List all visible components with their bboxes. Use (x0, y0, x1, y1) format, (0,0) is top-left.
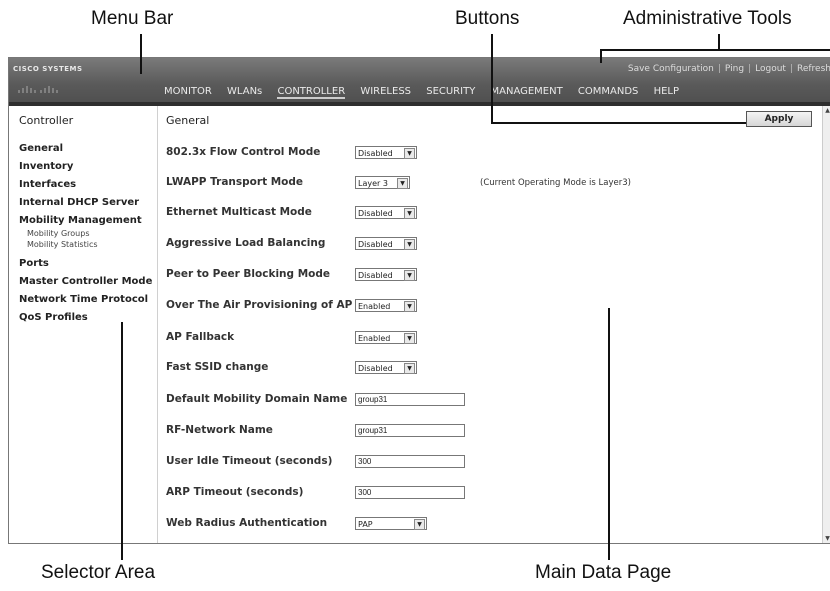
scrollbar[interactable]: ▲ ▼ (822, 106, 830, 543)
leader-admin-h (600, 49, 830, 51)
select-value: Disabled (358, 149, 393, 158)
nav-help[interactable]: HELP (654, 86, 679, 97)
chevron-down-icon: ▼ (404, 270, 415, 281)
leader-admin-v (718, 34, 720, 50)
select-value: Enabled (358, 302, 391, 311)
select-value: Disabled (358, 240, 393, 249)
main-data-page: General Apply 802.3x Flow Control Mode D… (158, 106, 822, 543)
callout-menu-bar: Menu Bar (91, 8, 174, 29)
field-label: 802.3x Flow Control Mode (166, 146, 321, 158)
nav-management[interactable]: MANAGEMENT (491, 86, 563, 97)
sidebar-item-inventory[interactable]: Inventory (19, 161, 73, 172)
controller-ui: CISCO SYSTEMS Save Configuration | Ping | Lo… (8, 57, 830, 544)
sidebar-subitem-mobility-groups[interactable]: Mobility Groups (27, 229, 89, 238)
chevron-down-icon: ▼ (404, 208, 415, 219)
load-balancing-select[interactable]: Disabled ▼ (355, 237, 417, 250)
apply-button[interactable]: Apply (746, 111, 812, 127)
field-label: LWAPP Transport Mode (166, 176, 304, 188)
ap-fallback-select[interactable]: Enabled ▼ (355, 331, 417, 344)
select-value: Disabled (358, 209, 393, 218)
selector-area: Controller General Inventory Interfaces … (9, 106, 158, 543)
select-value: Layer 3 (358, 179, 388, 188)
field-label: Ethernet Multicast Mode (166, 206, 312, 218)
leader-buttons-h (491, 122, 746, 124)
current-mode-note: (Current Operating Mode is Layer3) (480, 178, 631, 188)
chevron-down-icon: ▼ (404, 363, 415, 374)
callout-buttons: Buttons (455, 8, 520, 29)
field-label: AP Fallback (166, 331, 235, 343)
ping-link[interactable]: Ping (725, 64, 744, 74)
mobility-domain-input[interactable] (355, 393, 465, 406)
field-label: Fast SSID change (166, 361, 269, 373)
sidebar-title: Controller (19, 114, 74, 127)
rf-network-input[interactable] (355, 424, 465, 437)
field-label: Peer to Peer Blocking Mode (166, 268, 331, 280)
logout-link[interactable]: Logout (755, 64, 786, 74)
nav-security[interactable]: SECURITY (426, 86, 475, 97)
fast-ssid-select[interactable]: Disabled ▼ (355, 361, 417, 374)
callout-selector-area: Selector Area (41, 562, 156, 583)
chevron-down-icon: ▼ (404, 148, 415, 159)
select-value: PAP (358, 520, 373, 529)
field-label: User Idle Timeout (seconds) (166, 455, 333, 467)
chevron-down-icon: ▼ (397, 178, 408, 189)
sidebar-item-network-time-protocol[interactable]: Network Time Protocol (19, 294, 148, 305)
refresh-link[interactable]: Refresh (797, 64, 830, 74)
nav-wireless[interactable]: WIRELESS (360, 86, 411, 97)
cisco-logo-icon (18, 86, 58, 93)
chevron-down-icon: ▼ (404, 301, 415, 312)
chevron-down-icon: ▼ (404, 333, 415, 344)
sidebar-item-ports[interactable]: Ports (19, 258, 49, 269)
field-label: ARP Timeout (seconds) (166, 486, 304, 498)
chevron-down-icon: ▼ (414, 519, 425, 530)
ota-provisioning-select[interactable]: Enabled ▼ (355, 299, 417, 312)
ethernet-multicast-select[interactable]: Disabled ▼ (355, 206, 417, 219)
leader-main (608, 308, 610, 560)
field-label: Web Radius Authentication (166, 517, 328, 529)
arp-timeout-input[interactable] (355, 486, 465, 499)
main-nav: MONITOR WLANs CONTROLLER WIRELESS SECURI… (164, 86, 691, 99)
cisco-logo: CISCO SYSTEMS (13, 65, 83, 73)
sidebar-item-general[interactable]: General (19, 143, 63, 154)
field-label: Aggressive Load Balancing (166, 237, 326, 249)
flow-control-select[interactable]: Disabled ▼ (355, 146, 417, 159)
nav-commands[interactable]: COMMANDS (578, 86, 638, 97)
leader-buttons-v (491, 34, 493, 124)
leader-selector (121, 322, 123, 560)
scroll-down-icon[interactable]: ▼ (823, 534, 830, 543)
peer-blocking-select[interactable]: Disabled ▼ (355, 268, 417, 281)
sidebar-item-mobility-management[interactable]: Mobility Management (19, 215, 142, 226)
nav-controller[interactable]: CONTROLLER (277, 86, 346, 99)
menu-bar: CISCO SYSTEMS Save Configuration | Ping | Lo… (9, 58, 830, 102)
select-value: Enabled (358, 334, 391, 343)
sidebar-subitem-mobility-statistics[interactable]: Mobility Statistics (27, 240, 98, 249)
save-configuration-link[interactable]: Save Configuration (628, 64, 714, 74)
chevron-down-icon: ▼ (404, 239, 415, 250)
callout-admin-tools: Administrative Tools (623, 8, 792, 29)
idle-timeout-input[interactable] (355, 455, 465, 468)
sidebar-item-interfaces[interactable]: Interfaces (19, 179, 76, 190)
admin-tools: Save Configuration | Ping | Logout | Refresh (627, 64, 830, 74)
sidebar-item-dhcp-server[interactable]: Internal DHCP Server (19, 197, 139, 208)
callout-main-data-page: Main Data Page (535, 562, 672, 583)
web-radius-select[interactable]: PAP ▼ (355, 517, 427, 530)
field-label: Default Mobility Domain Name (166, 393, 348, 405)
select-value: Disabled (358, 364, 393, 373)
leader-menu-bar (140, 34, 142, 74)
field-label: RF-Network Name (166, 424, 273, 436)
lwapp-transport-select[interactable]: Layer 3 ▼ (355, 176, 410, 189)
sidebar-item-master-controller-mode[interactable]: Master Controller Mode (19, 276, 152, 287)
nav-monitor[interactable]: MONITOR (164, 86, 212, 97)
field-label: Over The Air Provisioning of AP (166, 299, 353, 311)
page-title: General (166, 114, 210, 127)
select-value: Disabled (358, 271, 393, 280)
nav-wlans[interactable]: WLANs (227, 86, 262, 97)
scroll-up-icon[interactable]: ▲ (823, 106, 830, 115)
leader-admin-left (600, 49, 602, 63)
sidebar-item-qos-profiles[interactable]: QoS Profiles (19, 312, 88, 323)
